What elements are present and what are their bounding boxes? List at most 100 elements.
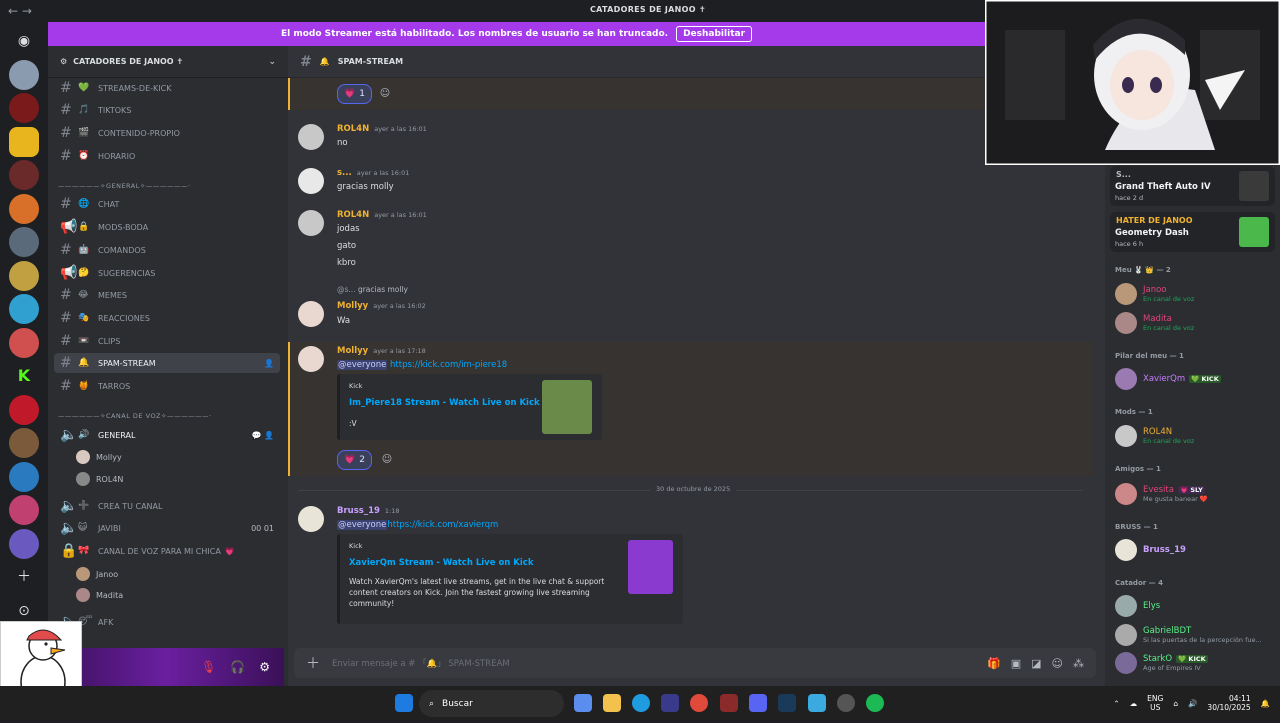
author-name[interactable]: Mollyy	[337, 301, 368, 311]
category-general[interactable]: ——————✧GENERAL✧——————·	[58, 182, 190, 190]
steam-icon[interactable]	[778, 694, 796, 712]
discord-home-icon[interactable]: ◉	[9, 26, 39, 56]
message-author[interactable]: Mollyy ayer a las 17:18	[337, 346, 426, 356]
server-icon[interactable]	[9, 59, 39, 90]
chrome-icon[interactable]	[690, 694, 708, 712]
server-icon[interactable]	[9, 294, 39, 324]
message-link[interactable]: https://kick.com/xavierqm	[387, 520, 498, 530]
copilot-icon[interactable]	[574, 694, 592, 712]
file-explorer-icon[interactable]	[603, 694, 621, 712]
embed-provider[interactable]: Kick	[349, 382, 362, 390]
server-icon[interactable]	[9, 260, 39, 291]
activity-card[interactable]: HATER DE JANOO Geometry Dash hace 6 h	[1110, 212, 1275, 252]
voice-user[interactable]: ROL4N	[76, 472, 123, 486]
channel-sugerencias[interactable]: 📢 🤔 SUGERENCIAS	[54, 263, 280, 283]
volume-icon[interactable]: 🔊	[1188, 699, 1197, 708]
voice-user[interactable]: Janoo	[76, 567, 118, 581]
server-icon[interactable]	[9, 461, 39, 492]
channel-clips[interactable]: # 📼 CLIPS	[54, 331, 280, 351]
avatar[interactable]	[298, 168, 324, 194]
voice-channel-crea-tu-canal[interactable]: 🔈 ➕ CREA TU CANAL	[54, 496, 280, 516]
headphones-icon[interactable]: 🎧	[230, 660, 245, 674]
spotify-icon[interactable]	[866, 694, 884, 712]
kick-server-icon[interactable]: K	[9, 361, 39, 391]
mic-muted-icon[interactable]: 🎙	[201, 660, 216, 674]
guild-header[interactable]: ⚙ CATADORES DE JANOO ✝ ⌄	[48, 46, 288, 78]
message-composer[interactable]: ＋ Enviar mensaje a # 「🔔」 SPAM-STREAM 🎁 ▣…	[294, 648, 1096, 678]
reaction-pill[interactable]: 💗 2	[337, 450, 372, 470]
notepad-icon[interactable]	[808, 694, 826, 712]
chat-bubble-icon[interactable]: 💬 👤	[252, 431, 274, 440]
channel-contenido-propio[interactable]: # 🎬 CONTENIDO-PROPIO	[54, 123, 280, 143]
embed-title[interactable]: Im_Piere18 Stream - Watch Live on Kick	[349, 398, 540, 408]
message-author[interactable]: Bruss_19 1:18	[337, 506, 400, 516]
message-author[interactable]: s... ayer a las 16:01	[337, 168, 409, 178]
server-icon[interactable]	[9, 428, 39, 458]
language-indicator[interactable]: ENG US	[1147, 694, 1163, 712]
message-link[interactable]: https://kick.com/im-piere18	[390, 360, 507, 370]
edge-icon[interactable]	[632, 694, 650, 712]
channel-horario[interactable]: # ⏰ HORARIO	[54, 146, 280, 166]
voice-channel-afk[interactable]: 🔈😴AFK	[54, 612, 280, 632]
embed-provider[interactable]: Kick	[349, 542, 362, 550]
avatar[interactable]	[298, 124, 324, 150]
store-icon[interactable]	[661, 694, 679, 712]
composer-input[interactable]: Enviar mensaje a # 「🔔」 SPAM-STREAM	[332, 657, 510, 669]
windows-start-icon[interactable]	[395, 694, 413, 712]
member-item[interactable]: StarkO 💚 KICK Age of Empires IV	[1115, 650, 1275, 676]
member-item[interactable]: Bruss_19	[1115, 537, 1275, 563]
avatar[interactable]	[298, 210, 324, 236]
server-icon[interactable]	[9, 193, 39, 224]
notification-icon[interactable]: 🔔	[1261, 699, 1270, 708]
channel-spam-stream[interactable]: # 🔔 SPAM-STREAM 👤	[54, 353, 280, 373]
voice-channel-chica[interactable]: 🔒 🎀 CANAL DE VOZ PARA MI CHICA 💗	[54, 541, 280, 561]
member-item[interactable]: Evesita 💗 SLY Me gusta banear ❤️	[1115, 481, 1275, 507]
everyone-mention[interactable]: @everyone	[337, 360, 388, 370]
discord-taskbar-icon[interactable]	[749, 694, 767, 712]
obs-icon[interactable]	[837, 694, 855, 712]
member-item[interactable]: GabrielBDT Si las puertas de la percepció…	[1115, 622, 1275, 648]
message-author[interactable]: ROL4N ayer a las 16:01	[337, 124, 427, 134]
channel-mods-boda[interactable]: 📢 🔒 MODS-BODA	[54, 217, 280, 237]
avatar[interactable]	[298, 506, 324, 532]
channel-reacciones[interactable]: # 🎭 REACCIONES	[54, 308, 280, 328]
chevron-up-icon[interactable]: ⌃	[1113, 699, 1119, 708]
reaction-pill[interactable]: 💗 1	[337, 84, 372, 104]
onedrive-icon[interactable]: ☁	[1130, 699, 1138, 708]
add-member-icon[interactable]: 👤	[264, 359, 274, 368]
clock[interactable]: 04:11 30/10/2025	[1207, 694, 1250, 712]
category-voice[interactable]: ——————✧CANAL DE VOZ✧——————·	[58, 412, 212, 420]
member-item[interactable]: Madita En canal de voz	[1115, 310, 1275, 336]
network-icon[interactable]: ⌂	[1173, 699, 1178, 708]
server-icon[interactable]	[9, 93, 39, 123]
add-server-icon[interactable]: ＋	[9, 562, 39, 592]
back-forward-icon[interactable]: ← →	[8, 4, 32, 18]
author-name[interactable]: Mollyy	[337, 346, 368, 356]
everyone-mention[interactable]: @everyone	[337, 520, 388, 530]
channel-chat[interactable]: # 🌐 CHAT	[54, 194, 280, 214]
settings-gear-icon[interactable]: ⚙	[259, 660, 270, 674]
apps-icon[interactable]: ⁂	[1073, 657, 1084, 670]
channel-tarros[interactable]: # 🍯 TARROS	[54, 376, 280, 396]
add-attachment-icon[interactable]: ＋	[306, 653, 320, 673]
voice-user[interactable]: Madita	[76, 588, 123, 602]
chevron-down-icon[interactable]: ⌄	[268, 57, 276, 67]
add-reaction-icon[interactable]: ☺	[377, 450, 397, 470]
channel-streams-de-kick[interactable]: # 💚 STREAMS-DE-KICK	[54, 78, 280, 98]
server-icon[interactable]	[9, 394, 39, 425]
disable-streamer-button[interactable]: Deshabilitar	[676, 26, 753, 42]
voice-channel-general[interactable]: 🔈 🔊 GENERAL 💬 👤	[54, 425, 280, 445]
channel-tiktoks[interactable]: # 🎵 TIKTOKS	[54, 100, 280, 120]
reply-preview[interactable]: @s... gracias molly	[337, 285, 408, 294]
server-icon[interactable]	[9, 528, 39, 559]
server-icon[interactable]	[9, 126, 39, 157]
gif-icon[interactable]: ▣	[1011, 657, 1021, 670]
server-icon[interactable]	[9, 160, 39, 190]
avatar[interactable]	[298, 346, 324, 372]
voice-user[interactable]: Mollyy	[76, 450, 122, 464]
channel-memes[interactable]: # 😂 MEMES	[54, 285, 280, 305]
avatar[interactable]	[298, 301, 324, 327]
embed-title[interactable]: XavierQm Stream - Watch Live on Kick	[349, 558, 533, 568]
server-icon[interactable]	[9, 495, 39, 525]
gift-icon[interactable]: 🎁	[987, 657, 1001, 670]
